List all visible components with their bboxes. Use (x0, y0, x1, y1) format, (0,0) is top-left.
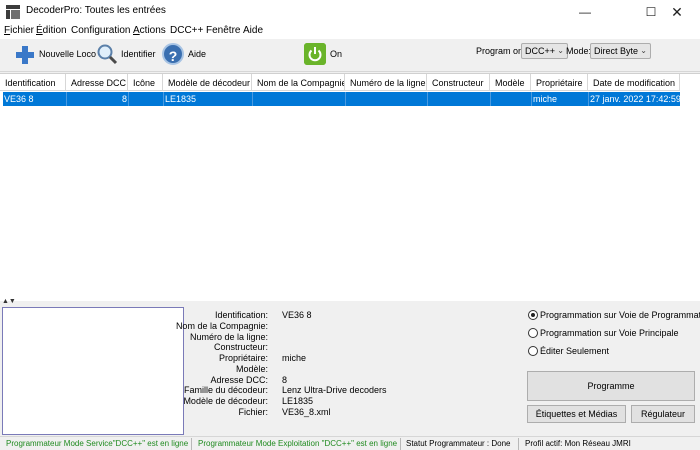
mode-label: Mode: (566, 46, 592, 56)
roster-table[interactable]: Identification Adresse DCC Icône Modèle … (0, 73, 700, 301)
column-header[interactable]: Constructeur (427, 74, 490, 91)
menu-edition[interactable]: Édition (36, 25, 67, 36)
value-file: VE36_8.xml (282, 407, 331, 417)
column-header[interactable]: Modèle de décodeur (163, 74, 252, 91)
label-owner: Propriétaire: (218, 353, 268, 363)
column-header[interactable]: Modèle (490, 74, 531, 91)
value-decoder-family: Lenz Ultra-Drive decoders (282, 385, 387, 395)
status-profile: Profil actif: Mon Réseau JMRI (525, 439, 631, 448)
toolbar: Nouvelle Loco Identifier ? Aide On Progr… (0, 39, 700, 72)
power-icon[interactable] (304, 43, 326, 65)
column-header[interactable]: Propriétaire (531, 74, 588, 91)
programme-button[interactable]: Programme (527, 371, 695, 401)
menu-configuration[interactable]: Configuration (71, 25, 130, 36)
value-owner: miche (282, 353, 307, 363)
chevron-down-icon: ⌄ (557, 46, 564, 55)
label-model: Modèle: (235, 364, 268, 374)
column-header[interactable]: Date de modification (588, 74, 680, 91)
split-arrows-icon[interactable]: ▲▼ (2, 298, 16, 305)
label-address: Adresse DCC: (210, 375, 268, 385)
value-address: 8 (282, 375, 288, 385)
window-title: DecoderPro: Toutes les entrées (26, 5, 166, 16)
loco-image-panel (2, 307, 184, 435)
menu-bar: Fichier Édition Configuration Actions DC… (0, 24, 700, 39)
cell-decoder-model: LE1835 (165, 94, 197, 104)
table-row[interactable]: VE36 8 8 LE1835 miche 27 janv. 2022 17:4… (3, 92, 681, 106)
new-loco-button[interactable]: Nouvelle Loco (39, 49, 96, 59)
label-line-number: Numéro de la ligne: (189, 332, 268, 342)
close-button[interactable]: ✕ (654, 0, 700, 24)
label-identification: Identification: (214, 310, 268, 320)
cell-address: 8 (121, 94, 127, 104)
menu-fenetre[interactable]: Fenêtre (206, 25, 240, 36)
column-header[interactable]: Identification (0, 74, 66, 91)
label-decoder-model: Modèle de décodeur: (183, 396, 268, 406)
menu-aide[interactable]: Aide (243, 25, 263, 36)
status-service-mode: Programmateur Mode Service"DCC++" est en… (6, 439, 189, 448)
cell-identification: VE36 8 (4, 94, 34, 104)
mode-select[interactable]: Direct Byte ⌄ (590, 43, 651, 59)
power-on-button[interactable]: On (330, 49, 342, 59)
menu-dccpp[interactable]: DCC++ (170, 25, 203, 36)
title-bar: DecoderPro: Toutes les entrées — ☐ ✕ (0, 0, 700, 24)
menu-fichier[interactable]: Fichier (4, 25, 34, 36)
plus-icon[interactable] (16, 46, 34, 64)
column-header[interactable]: Nom de la Compagnie (252, 74, 345, 91)
column-header[interactable]: Numéro de la ligne (345, 74, 427, 91)
program-on-select[interactable]: DCC++ ⌄ (521, 43, 568, 59)
menu-actions[interactable]: Actions (133, 25, 166, 36)
status-programmer: Statut Programmateur : Done (406, 439, 511, 448)
throttle-button[interactable]: Régulateur (631, 405, 695, 423)
cell-date-modified: 27 janv. 2022 17:42:59 (590, 94, 681, 104)
label-company: Nom de la Compagnie: (175, 321, 268, 331)
minimize-button[interactable]: — (562, 0, 608, 24)
column-header[interactable]: Icône (128, 74, 163, 91)
label-file: Fichier: (238, 407, 268, 417)
label-decoder-family: Famille du décodeur: (183, 385, 268, 395)
chevron-down-icon: ⌄ (640, 46, 647, 55)
help-button[interactable]: Aide (188, 49, 206, 59)
magnifier-icon[interactable] (96, 43, 118, 65)
help-icon[interactable]: ? (162, 43, 184, 65)
radio-button[interactable] (528, 310, 538, 320)
app-icon (6, 5, 20, 19)
radio-button[interactable] (528, 346, 538, 356)
labels-media-button[interactable]: Étiquettes et Médias (527, 405, 626, 423)
program-on-label: Program on: (476, 46, 526, 56)
status-bar: Programmateur Mode Service"DCC++" est en… (0, 436, 700, 450)
cell-owner: miche (533, 94, 558, 104)
column-header[interactable]: Adresse DCC (66, 74, 128, 91)
radio-button[interactable] (528, 328, 538, 338)
label-maker: Constructeur: (213, 342, 268, 352)
status-ops-mode: Programmateur Mode Exploitation "DCC++" … (198, 439, 398, 448)
identify-button[interactable]: Identifier (121, 49, 156, 59)
value-identification: VE36 8 (282, 310, 312, 320)
value-decoder-model: LE1835 (282, 396, 314, 406)
table-header: Identification Adresse DCC Icône Modèle … (0, 74, 700, 91)
